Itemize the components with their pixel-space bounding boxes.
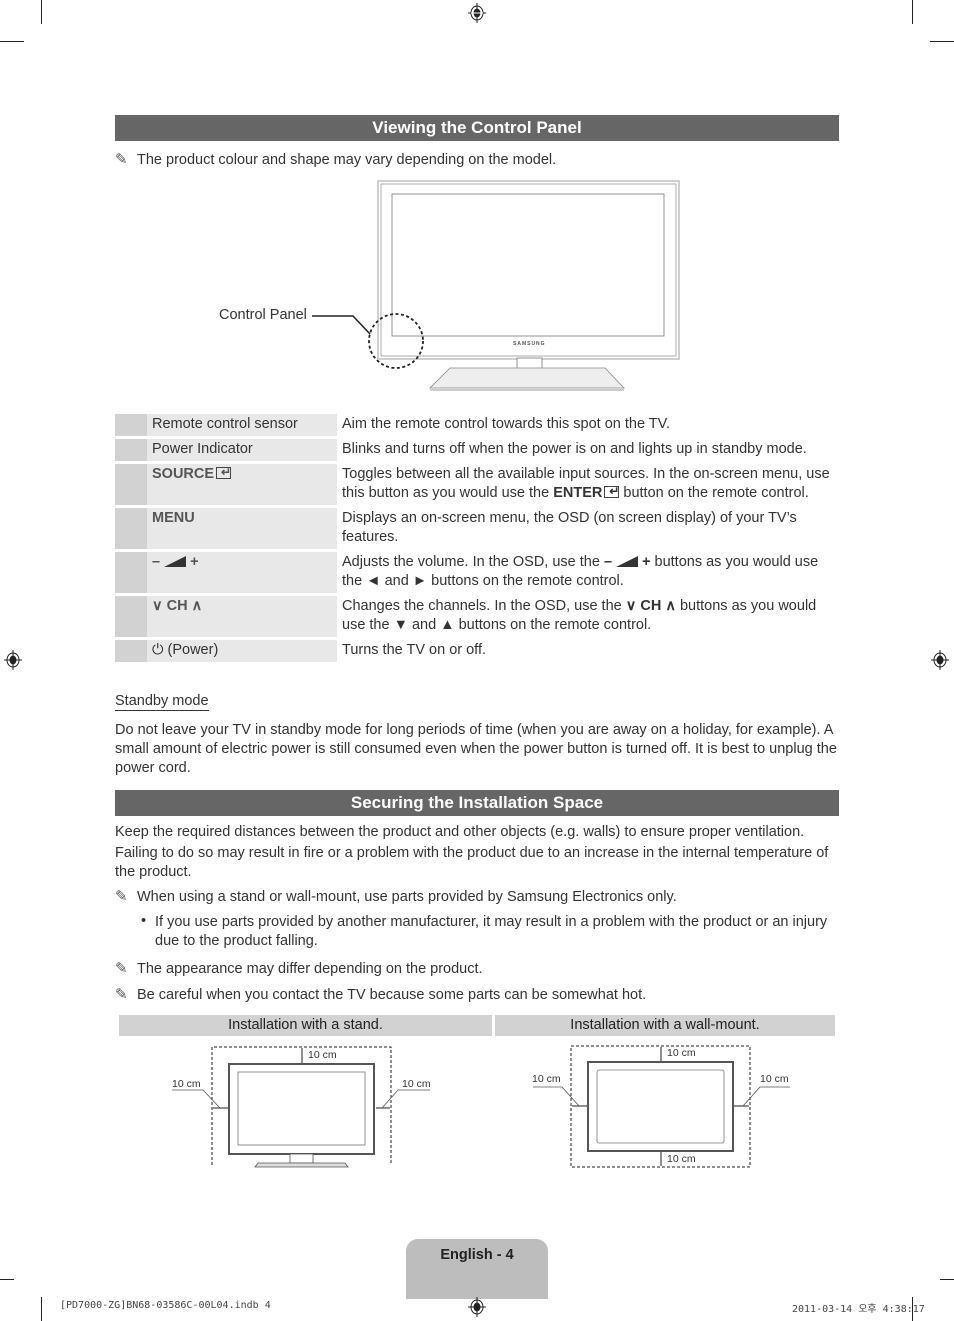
control-name: SOURCE [147,463,337,505]
crop-mark [41,1297,42,1321]
crop-mark [912,0,913,24]
control-name: MENU [147,508,337,549]
stand-left-clearance: 10 cm [172,1078,201,1090]
ch-label: CH [166,598,188,614]
minus-label: – [603,554,613,570]
volume-icon [164,556,187,567]
desc-text: Adjusts the volume. In the OSD, use the [342,554,604,570]
control-name: Remote control sensor [147,414,337,436]
chevron-up-icon: ∧ [191,598,203,614]
wall-installation-heading: Installation with a wall-mount. [495,1015,835,1036]
enter-label: ENTER [553,485,603,501]
section-title-installation-space: Securing the Installation Space [115,790,839,816]
standby-mode-heading: Standby mode [115,693,209,711]
control-description: Blinks and turns off when the power is o… [342,441,807,457]
control-name: ⏻ (Power) [147,640,337,662]
plus-label: + [642,554,651,570]
volume-icon [616,556,639,567]
control-description: Adjusts the volume. In the OSD, use the … [337,552,839,593]
stand-right-clearance: 10 cm [402,1078,431,1090]
power-label: (Power) [167,642,219,658]
crop-mark [0,1279,14,1280]
control-name: Power Indicator [147,439,337,461]
pencil-note-icon: ✎ [115,986,128,1003]
crop-mark [41,0,42,24]
note-text: Be careful when you contact the TV becau… [137,987,647,1003]
table-row: Power Indicator Blinks and turns off whe… [115,439,839,461]
control-name: ∨ CH ∧ [147,596,337,637]
wall-left-clearance: 10 cm [532,1073,561,1085]
note-hot-parts: ✎ Be careful when you contact the TV beca… [115,985,646,1003]
standby-mode-text: Do not leave your TV in standby mode for… [115,722,837,776]
registration-mark-icon [468,1297,486,1317]
paragraph: Failing to do so may result in fire or a… [115,845,829,880]
wall-mount-clearance-diagram [533,1045,790,1168]
pencil-note-icon: ✎ [115,888,128,905]
note-text: The product colour and shape may vary de… [137,152,557,168]
chevron-down-icon: ∨ [152,598,163,614]
control-description: Changes the channels. In the OSD, use th… [337,596,839,637]
minus-label: – [152,554,161,570]
print-timestamp: 2011-03-14 오후 4:38:17 [792,1304,925,1315]
table-row: ∨ CH ∧ Changes the channels. In the OSD,… [115,596,839,637]
stand-clearance-diagram [172,1046,430,1168]
control-panel-table: Remote control sensor Aim the remote con… [115,411,839,665]
paragraph: Keep the required distances between the … [115,824,805,840]
table-row: – + Adjusts the volume. In the OSD, use t… [115,552,839,593]
file-info: [PD7000-ZG]BN68-03586C-00L04.indb 4 [60,1300,271,1311]
enter-icon [604,482,620,501]
crop-mark [930,41,954,42]
control-description: Aim the remote control towards this spot… [342,416,671,432]
power-icon: ⏻ [152,642,164,658]
tv-front-diagram [312,180,680,391]
bullet-icon: • [141,913,147,929]
bullet-text: If you use parts provided by another man… [155,914,828,949]
registration-mark-icon [468,3,486,23]
samsung-logo: SAMSUNG [513,341,546,347]
control-description: Turns the TV on or off. [342,642,487,658]
desc-text: Changes the channels. In the OSD, use th… [342,598,626,614]
table-row: SOURCE Toggles between all the available… [115,463,839,505]
registration-mark-icon [4,650,22,670]
note-samsung-parts: ✎ When using a stand or wall-mount, use p… [115,887,677,905]
channel-label: ∨ CH ∧ [625,598,676,614]
plus-label: + [190,554,199,570]
registration-mark-icon [931,650,949,670]
stand-installation-heading: Installation with a stand. [119,1015,492,1036]
crop-mark [0,41,24,42]
control-description: Displays an on-screen menu, the OSD (on … [342,510,797,545]
table-row: Remote control sensor Aim the remote con… [115,414,839,436]
crop-mark [940,1279,954,1280]
control-description: Toggles between all the available input … [337,464,839,505]
desc-text: button on the remote control. [619,485,809,501]
pencil-note-icon: ✎ [115,151,128,168]
control-panel-callout-label: Control Panel [219,307,307,323]
section-title-control-panel: Viewing the Control Panel [115,115,839,141]
note-text: When using a stand or wall-mount, use pa… [137,889,677,905]
note-appearance: ✎ The appearance may differ depending on … [115,959,483,977]
wall-bottom-clearance: 10 cm [667,1153,696,1165]
stand-top-clearance: 10 cm [308,1049,337,1061]
pencil-note-icon: ✎ [115,960,128,977]
page-number-tab: English - 4 [406,1239,548,1299]
table-row: MENU Displays an on-screen menu, the OSD… [115,508,839,549]
table-row: ⏻ (Power) Turns the TV on or off. [115,640,839,662]
note-product-colour: ✎ The product colour and shape may vary d… [115,150,556,168]
control-name: – + [147,552,337,593]
wall-top-clearance: 10 cm [667,1047,696,1059]
wall-right-clearance: 10 cm [760,1073,789,1085]
note-text: The appearance may differ depending on t… [137,961,483,977]
enter-icon [216,463,232,482]
source-label: SOURCE [152,466,215,482]
